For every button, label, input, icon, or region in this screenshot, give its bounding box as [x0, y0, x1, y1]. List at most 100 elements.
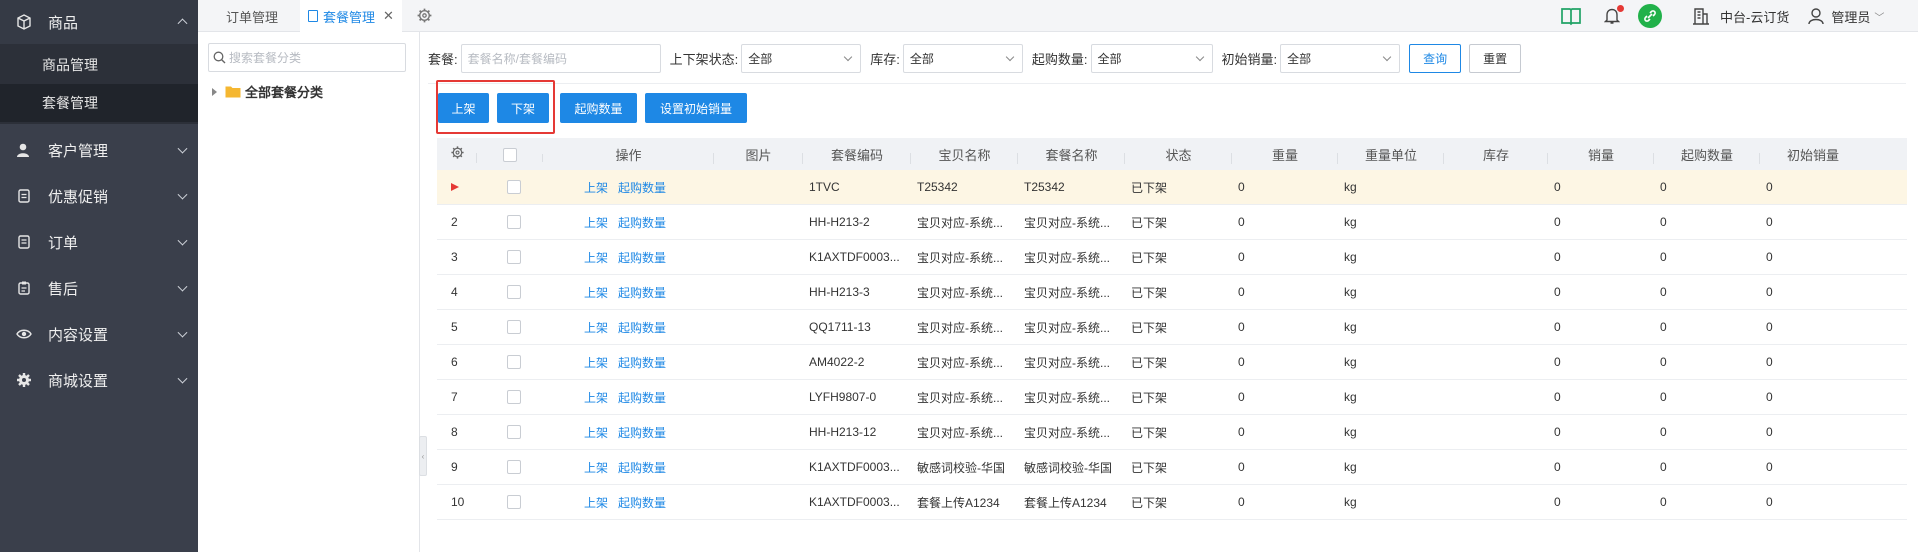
col-header-op: 操作 — [543, 145, 714, 164]
gear-icon[interactable] — [450, 145, 465, 160]
package-search-input[interactable]: 套餐名称/套餐编码 — [460, 43, 661, 73]
row-select-cell — [477, 285, 543, 300]
column-settings[interactable] — [437, 145, 477, 163]
min-qty-button[interactable]: 起购数量 — [560, 93, 637, 123]
caret-right-icon[interactable] — [212, 87, 217, 96]
row-weight: 0 — [1238, 390, 1245, 404]
min-qty-select[interactable]: 全部 — [1090, 43, 1213, 73]
row-status: 已下架 — [1131, 390, 1168, 405]
nav-group-product[interactable]: 商品 — [0, 0, 198, 44]
sidebar-item-product-manage[interactable]: 商品管理 — [0, 46, 198, 84]
op-min-qty-link[interactable]: 起购数量 — [618, 251, 666, 265]
row-checkbox[interactable] — [507, 460, 521, 475]
query-button[interactable]: 查询 — [1409, 43, 1462, 73]
op-min-qty-link[interactable]: 起购数量 — [618, 321, 666, 335]
status-select[interactable]: 全部 — [741, 43, 862, 73]
nav-group-aftersale[interactable]: 售后 — [0, 265, 198, 311]
link-icon[interactable] — [1638, 4, 1662, 28]
op-list-on-link[interactable]: 上架 — [584, 286, 608, 300]
nav-group-mall-settings[interactable]: 商城设置 — [0, 357, 198, 403]
op-list-on-link[interactable]: 上架 — [584, 391, 608, 405]
category-search-input[interactable]: 搜索套餐分类 — [208, 43, 406, 72]
nav-group-order[interactable]: 订单 — [0, 219, 198, 265]
tab-order-manage[interactable]: 订单管理 — [226, 0, 278, 32]
op-list-on-link[interactable]: 上架 — [584, 356, 608, 370]
row-operations: 上架 起购数量 — [543, 354, 714, 371]
op-min-qty-link[interactable]: 起购数量 — [618, 181, 666, 195]
folder-icon — [225, 86, 241, 98]
table-row[interactable]: 8 上架 起购数量 HH-H213-12 宝贝对应-系统... 宝贝对应-系统... 已下架… — [437, 415, 1907, 450]
panel-collapse-handle[interactable]: ‹ — [419, 436, 427, 476]
nav-group-content[interactable]: 内容设置 — [0, 311, 198, 357]
row-checkbox[interactable] — [507, 180, 521, 195]
col-header-status: 状态 — [1125, 145, 1232, 164]
row-weight-unit: kg — [1344, 460, 1357, 474]
stock-value: 全部 — [909, 51, 934, 66]
reset-button[interactable]: 重置 — [1469, 43, 1522, 73]
op-list-on-link[interactable]: 上架 — [584, 461, 608, 475]
op-min-qty-link[interactable]: 起购数量 — [618, 461, 666, 475]
table-row[interactable]: 7 上架 起购数量 LYFH9807-0 宝贝对应-系统... 宝贝对应-系统... 已下架… — [437, 380, 1907, 415]
op-min-qty-link[interactable]: 起购数量 — [618, 426, 666, 440]
tree-node-label: 全部套餐分类 — [245, 85, 324, 100]
row-status: 已下架 — [1131, 285, 1168, 300]
init-sales-select[interactable]: 全部 — [1280, 43, 1401, 73]
row-checkbox[interactable] — [507, 320, 521, 335]
col-header-stock: 库存 — [1444, 145, 1548, 164]
row-checkbox[interactable] — [507, 355, 521, 370]
tab-bar: 订单管理 套餐管理 ✕ 中台-云订货 管理员 ﹀ — [198, 0, 1918, 32]
user-name[interactable]: 管理员 — [1831, 7, 1870, 26]
table-row[interactable]: 6 上架 起购数量 AM4022-2 宝贝对应-系统... 宝贝对应-系统... 已下架 0 k… — [437, 345, 1907, 380]
row-select-cell — [477, 180, 543, 195]
table-row[interactable]: 2 上架 起购数量 HH-H213-2 宝贝对应-系统... 宝贝对应-系统... 已下架 0… — [437, 205, 1907, 240]
row-code: 1TVC — [809, 180, 840, 194]
select-all-checkbox[interactable] — [503, 147, 517, 162]
sidebar-item-package-manage[interactable]: 套餐管理 — [0, 84, 198, 122]
op-list-on-link[interactable]: 上架 — [584, 181, 608, 195]
row-min-qty: 0 — [1660, 320, 1667, 334]
col-header-init-sales: 初始销量 — [1786, 147, 1839, 163]
op-min-qty-link[interactable]: 起购数量 — [618, 286, 666, 300]
row-checkbox[interactable] — [507, 250, 521, 265]
table-row[interactable]: 4 上架 起购数量 HH-H213-3 宝贝对应-系统... 宝贝对应-系统... 已下架 0… — [437, 275, 1907, 310]
op-min-qty-link[interactable]: 起购数量 — [618, 356, 666, 370]
tab-package-manage[interactable]: 套餐管理 ✕ — [300, 0, 402, 32]
tree-node-all-categories[interactable]: 全部套餐分类 — [212, 82, 323, 101]
table-row[interactable]: 上架 起购数量 1TVC T25342 T25342 已下架 0 kg 0 0 0 — [437, 170, 1907, 205]
row-checkbox[interactable] — [507, 390, 521, 405]
op-list-on-link[interactable]: 上架 — [584, 496, 608, 510]
table-row[interactable]: 3 上架 起购数量 K1AXTDF0003... 宝贝对应-系统... 宝贝对应-系统..… — [437, 240, 1907, 275]
op-min-qty-link[interactable]: 起购数量 — [618, 496, 666, 510]
set-init-sales-button[interactable]: 设置初始销量 — [645, 93, 747, 123]
row-index: 9 — [451, 460, 458, 474]
nav-group-customer[interactable]: 客户管理 — [0, 127, 198, 173]
op-list-on-link[interactable]: 上架 — [584, 426, 608, 440]
row-code: AM4022-2 — [809, 355, 865, 369]
row-init-sales: 0 — [1766, 495, 1773, 509]
row-checkbox[interactable] — [507, 215, 521, 230]
table-row[interactable]: 5 上架 起购数量 QQ1711-13 宝贝对应-系统... 宝贝对应-系统... 已下架 0… — [437, 310, 1907, 345]
min-qty-value: 全部 — [1097, 51, 1122, 66]
close-icon[interactable]: ✕ — [383, 8, 394, 24]
settings-gear-icon[interactable] — [416, 7, 433, 24]
table-row[interactable]: 10 上架 起购数量 K1AXTDF0003... 套餐上传A1234 套餐上传A1234… — [437, 485, 1907, 520]
op-min-qty-link[interactable]: 起购数量 — [618, 216, 666, 230]
table-row[interactable]: 9 上架 起购数量 K1AXTDF0003... 敏感词校验-华国 敏感词校验-华国 已下架… — [437, 450, 1907, 485]
bell-icon[interactable] — [1603, 5, 1624, 25]
op-list-on-link[interactable]: 上架 — [584, 251, 608, 265]
row-checkbox[interactable] — [507, 425, 521, 440]
op-list-on-link[interactable]: 上架 — [584, 216, 608, 230]
chevron-down-icon[interactable]: ﹀ — [1874, 9, 1884, 24]
row-package-name: 宝贝对应-系统... — [1024, 425, 1110, 440]
nav-group-promotion[interactable]: 优惠促销 — [0, 173, 198, 219]
row-sales: 0 — [1554, 285, 1561, 299]
stock-select[interactable]: 全部 — [902, 43, 1023, 73]
row-checkbox[interactable] — [507, 495, 521, 510]
row-operations: 上架 起购数量 — [543, 284, 714, 301]
op-list-on-link[interactable]: 上架 — [584, 321, 608, 335]
chevron-up-icon — [177, 18, 188, 29]
store-name[interactable]: 中台-云订货 — [1720, 7, 1789, 26]
row-checkbox[interactable] — [507, 285, 521, 300]
op-min-qty-link[interactable]: 起购数量 — [618, 391, 666, 405]
book-icon[interactable] — [1560, 6, 1582, 26]
